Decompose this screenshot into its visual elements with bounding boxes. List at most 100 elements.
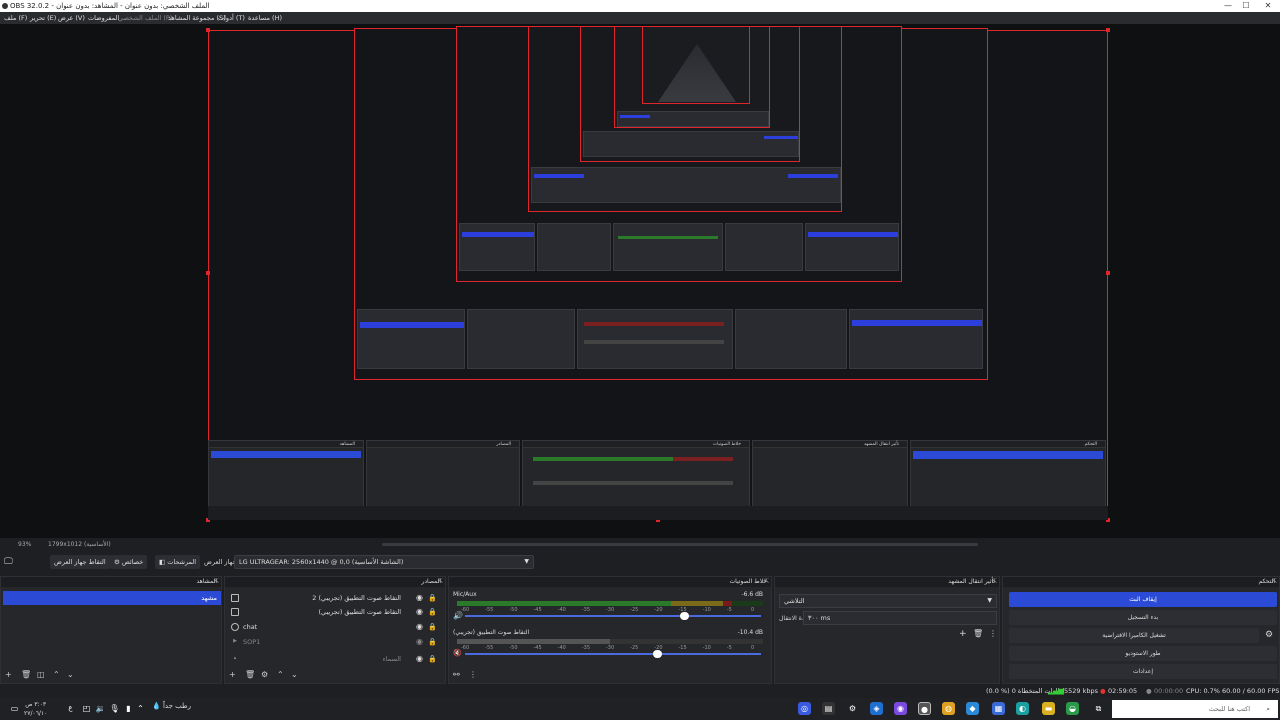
filter-icon: ◧ [159, 558, 168, 566]
obs-taskbar-icon[interactable]: ● [918, 702, 931, 715]
store-icon[interactable]: ▦ [992, 702, 1005, 715]
resize-handle[interactable] [206, 28, 210, 32]
lock-icon[interactable]: 🔒 [428, 591, 437, 605]
stop-streaming-button[interactable]: إيقاف البث [1009, 592, 1277, 607]
source-item[interactable]: chat ◉ 🔒 [229, 620, 441, 634]
chrome-icon[interactable]: ◍ [942, 702, 955, 715]
menu-scene-collection[interactable]: مجموعة المشاهد (S) [168, 12, 226, 24]
menu-tools[interactable]: أدوات (T) [218, 12, 245, 24]
undock-icon[interactable]: ⇱ [1272, 577, 1277, 587]
network-icon[interactable]: ◰ [80, 702, 93, 715]
mirror-panel [849, 309, 983, 369]
minimize-button[interactable]: — [1218, 0, 1238, 12]
studio-mode-button[interactable]: طور الاستوديو [1009, 646, 1277, 661]
add-icon[interactable]: + [959, 629, 967, 639]
volume-slider[interactable] [465, 650, 761, 658]
speaker-icon[interactable]: 🔊 [453, 611, 463, 620]
source-item[interactable]: التقاط صوت التطبيق (تجريبي) 2 ◉ 🔒 [229, 591, 441, 605]
preview-scrollbar[interactable] [382, 543, 978, 546]
source-item[interactable]: ▶ SOP1 ◉ 🔒 [229, 635, 441, 649]
close-button[interactable]: ✕ [1258, 0, 1278, 12]
capture-button[interactable]: التقاط جهاز العرض [50, 555, 110, 569]
taskbar-search[interactable]: اكتب هنا للبحث ⌕ [1112, 700, 1278, 718]
add-icon[interactable]: + [5, 670, 12, 679]
clock[interactable]: ٣:٠٣ ص ٢٧/٠٦/١٠ [24, 700, 47, 718]
trash-icon[interactable]: 🗑 [245, 670, 255, 679]
menu-view[interactable]: عرض (V) [58, 12, 85, 24]
slider-knob[interactable] [680, 612, 690, 620]
scene-item[interactable]: مشهد [3, 591, 221, 605]
source-item[interactable]: التقاط صوت التطبيق (تجريبي) ◉ 🔒 [229, 605, 441, 619]
lock-icon[interactable]: 🔒 [428, 605, 437, 619]
lock-icon[interactable]: 🔒 [428, 620, 437, 634]
add-icon[interactable]: + [229, 670, 236, 679]
desktop-icon[interactable]: ▭ [8, 702, 21, 715]
volume-icon[interactable]: 🔉 [94, 702, 107, 715]
undock-icon[interactable]: ⇱ [764, 577, 769, 587]
chevron-up-icon[interactable]: ⌃ [277, 670, 284, 679]
eye-icon[interactable]: ◉ [416, 635, 423, 649]
steam-icon[interactable]: ◈ [870, 702, 883, 715]
source-item[interactable]: ▴ السماء ◉ 🔒 [229, 652, 441, 666]
filters-button[interactable]: ◧ المرشحات [155, 555, 201, 569]
menu-file[interactable]: ملف (F) [4, 12, 27, 24]
chevron-down-icon[interactable]: ⌄ [67, 670, 74, 679]
mixer-title: خلاط الصوتيات [729, 578, 768, 585]
chevron-up-icon[interactable]: ⌃ [53, 670, 60, 679]
chevron-up-icon[interactable]: ⌃ [134, 702, 147, 715]
gear-icon[interactable]: ⚙ [261, 670, 268, 679]
resize-handle[interactable] [206, 271, 210, 275]
menu-dots-icon[interactable]: ⋮ [989, 629, 997, 638]
chevron-down-icon[interactable]: ⌄ [291, 670, 298, 679]
undock-icon[interactable]: ⇱ [992, 577, 997, 587]
mic-icon[interactable]: 🎙 [108, 702, 121, 715]
eye-icon[interactable]: ◉ [416, 591, 423, 605]
menu-dots-icon[interactable]: ⋮ [469, 670, 477, 679]
properties-button[interactable]: ⚙ خصائص [110, 555, 148, 569]
app-icon[interactable]: ◉ [894, 702, 907, 715]
lock-icon[interactable]: 🔒 [428, 652, 437, 666]
menu-edit[interactable]: تحرير (E) [30, 12, 56, 24]
zoom-percent[interactable]: 93% [18, 538, 31, 552]
language-icon[interactable]: ع [64, 702, 77, 715]
maximize-button[interactable]: ☐ [1236, 0, 1256, 12]
app-icon[interactable]: ◒ [1066, 702, 1079, 715]
eye-icon[interactable]: ◉ [416, 652, 423, 666]
slider-knob[interactable] [653, 650, 663, 658]
edge-icon[interactable]: ◐ [1016, 702, 1029, 715]
undock-icon[interactable]: ⇱ [214, 577, 219, 587]
lock-icon[interactable]: 🔒 [428, 635, 437, 649]
resize-handle[interactable] [1106, 271, 1110, 275]
display-select[interactable]: LG ULTRAGEAR: 2560x1440 @ 0,0 (الشاشة ال… [234, 555, 534, 569]
trash-icon[interactable]: 🗑 [21, 670, 31, 679]
app-icon[interactable]: ◎ [798, 702, 811, 715]
preview-canvas[interactable]: المشاهد المصادر خلاط الصوتيات تأثير انتق… [0, 24, 1280, 538]
gear-icon[interactable]: ⚙ [1265, 630, 1273, 640]
folder-icon[interactable]: ▬ [1042, 702, 1055, 715]
muted-speaker-icon[interactable]: 🔇 [453, 649, 462, 657]
trash-icon[interactable]: 🗑 [973, 629, 983, 638]
undock-icon[interactable]: ⇱ [438, 577, 443, 587]
app-icon[interactable]: ◆ [966, 702, 979, 715]
transition-select[interactable]: التلاشي ▼ [779, 594, 997, 608]
mirror-header: المصادر [367, 441, 519, 448]
eye-icon[interactable]: ◉ [416, 620, 423, 634]
windows-taskbar: ▭ ٣:٠٣ ص ٢٧/٠٦/١٠ ع ◰ 🔉 🎙 ▮ ⌃ 💧 رطب جداً … [0, 698, 1280, 720]
virtual-camera-button[interactable]: تشغيل الكاميرا الافتراضية [1009, 628, 1259, 643]
duration-input[interactable]: ٣٠٠ ms [803, 611, 997, 625]
terminal-icon[interactable]: ▤ [822, 702, 835, 715]
link-icon[interactable]: ⚯ [453, 670, 460, 679]
start-recording-button[interactable]: بدء التسجيل [1009, 610, 1277, 625]
task-view-icon[interactable]: ⧉ [1092, 702, 1105, 715]
settings-button[interactable]: إعدادات [1009, 664, 1277, 679]
volume-slider[interactable] [465, 612, 761, 620]
resize-handle[interactable] [1106, 28, 1110, 32]
menu-profile[interactable]: الملف الشخصي (P) [118, 12, 172, 24]
menu-docks[interactable]: المفروضات [88, 12, 119, 24]
eye-icon[interactable]: ◉ [416, 605, 423, 619]
weather-widget[interactable]: 💧 رطب جداً [152, 702, 191, 710]
scenes-dock-header: المشاهد ⇱ [1, 577, 221, 587]
filter-icon[interactable]: ◫ [37, 670, 45, 679]
menu-help[interactable]: مساعدة (H) [248, 12, 282, 24]
settings-icon[interactable]: ⚙ [846, 702, 859, 715]
